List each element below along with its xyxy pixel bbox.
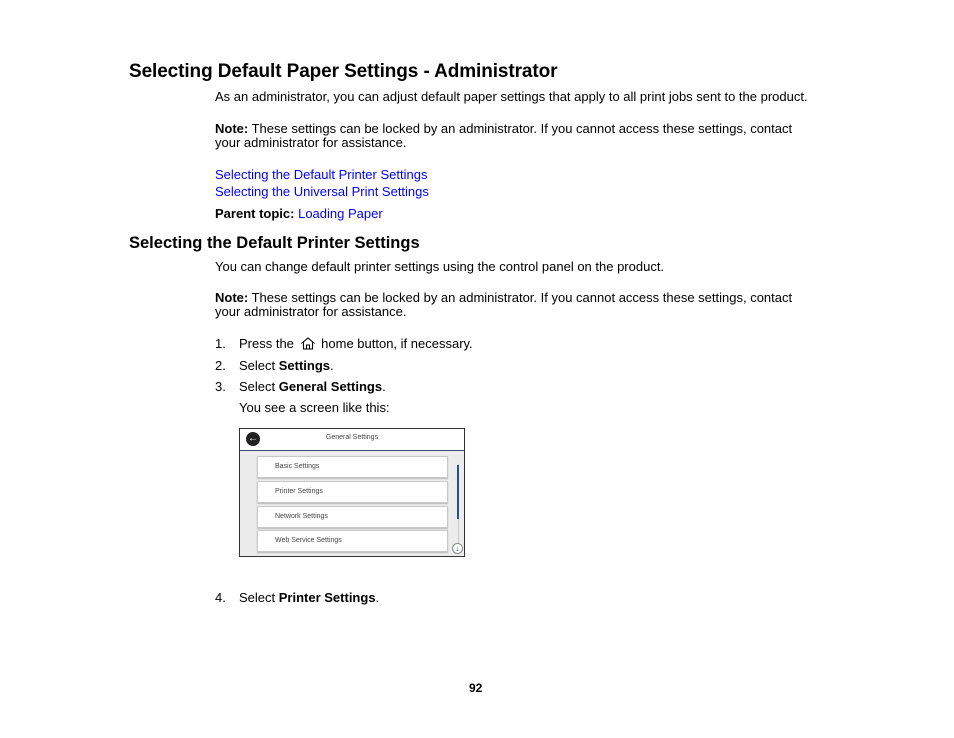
step-4: Select Printer Settings. — [239, 591, 379, 605]
link-loading-paper[interactable]: Loading Paper — [298, 206, 383, 221]
screen-menu-item: Printer Settings — [257, 481, 448, 503]
step-text: Select — [239, 358, 279, 373]
step-text: Select — [239, 590, 279, 605]
step-2: Select Settings. — [239, 359, 334, 373]
link-universal-print-settings[interactable]: Selecting the Universal Print Settings — [215, 184, 429, 199]
intro-paragraph: As an administrator, you can adjust defa… — [215, 89, 808, 104]
related-link-2[interactable]: Selecting the Universal Print Settings — [215, 185, 429, 199]
screen-title: General Settings — [325, 434, 379, 441]
step-text: Press the — [239, 336, 294, 351]
scroll-thumb — [457, 465, 459, 519]
note-label: Note: — [215, 290, 249, 305]
home-icon — [300, 337, 315, 350]
note-label: Note: — [215, 121, 249, 136]
section-intro: You can change default printer settings … — [215, 259, 665, 274]
step-bold: Settings — [278, 358, 331, 373]
page-title: Selecting Default Paper Settings - Admin… — [129, 61, 558, 82]
step-1-number: 1. — [215, 336, 226, 351]
related-link-1[interactable]: Selecting the Default Printer Settings — [215, 168, 427, 182]
note-2: Note: These settings can be locked by an… — [215, 291, 792, 319]
step-3: Select General Settings. — [239, 380, 386, 394]
step-text: . — [375, 590, 380, 605]
screen-header: ← General Settings — [240, 429, 464, 451]
step-bold: Printer Settings — [278, 590, 376, 605]
parent-topic-label: Parent topic: — [215, 206, 295, 221]
step-text: . — [330, 358, 334, 373]
screen-menu-item: Web Service Settings — [257, 530, 448, 552]
parent-topic: Parent topic: Loading Paper — [215, 207, 383, 221]
note-text: These settings can be locked by an admin… — [248, 121, 793, 136]
step-4-number: 4. — [215, 590, 226, 605]
note-text: These settings can be locked by an admin… — [248, 290, 793, 305]
note-text-cont: your administrator for assistance. — [215, 304, 407, 319]
section-heading: Selecting the Default Printer Settings — [129, 234, 420, 252]
note-text-cont: your administrator for assistance. — [215, 135, 407, 150]
step-3-number: 3. — [215, 379, 226, 394]
screen-menu-item: Network Settings — [257, 506, 448, 528]
scroll-down-icon: ↓ — [452, 543, 463, 554]
link-default-printer-settings[interactable]: Selecting the Default Printer Settings — [215, 167, 427, 182]
step-2-number: 2. — [215, 358, 226, 373]
step-bold: General Settings — [278, 379, 383, 394]
screen-menu-item: Basic Settings — [257, 456, 448, 478]
step-3-followup: You see a screen like this: — [239, 400, 390, 415]
step-1: Press the home button, if necessary. — [239, 337, 473, 351]
step-text: . — [382, 379, 386, 394]
step-text: home button, if necessary. — [317, 336, 473, 351]
step-text: Select — [239, 379, 279, 394]
note-1: Note: These settings can be locked by an… — [215, 122, 792, 150]
page-number: 92 — [469, 681, 483, 695]
screen-illustration: ← General Settings Basic Settings Printe… — [239, 428, 465, 557]
